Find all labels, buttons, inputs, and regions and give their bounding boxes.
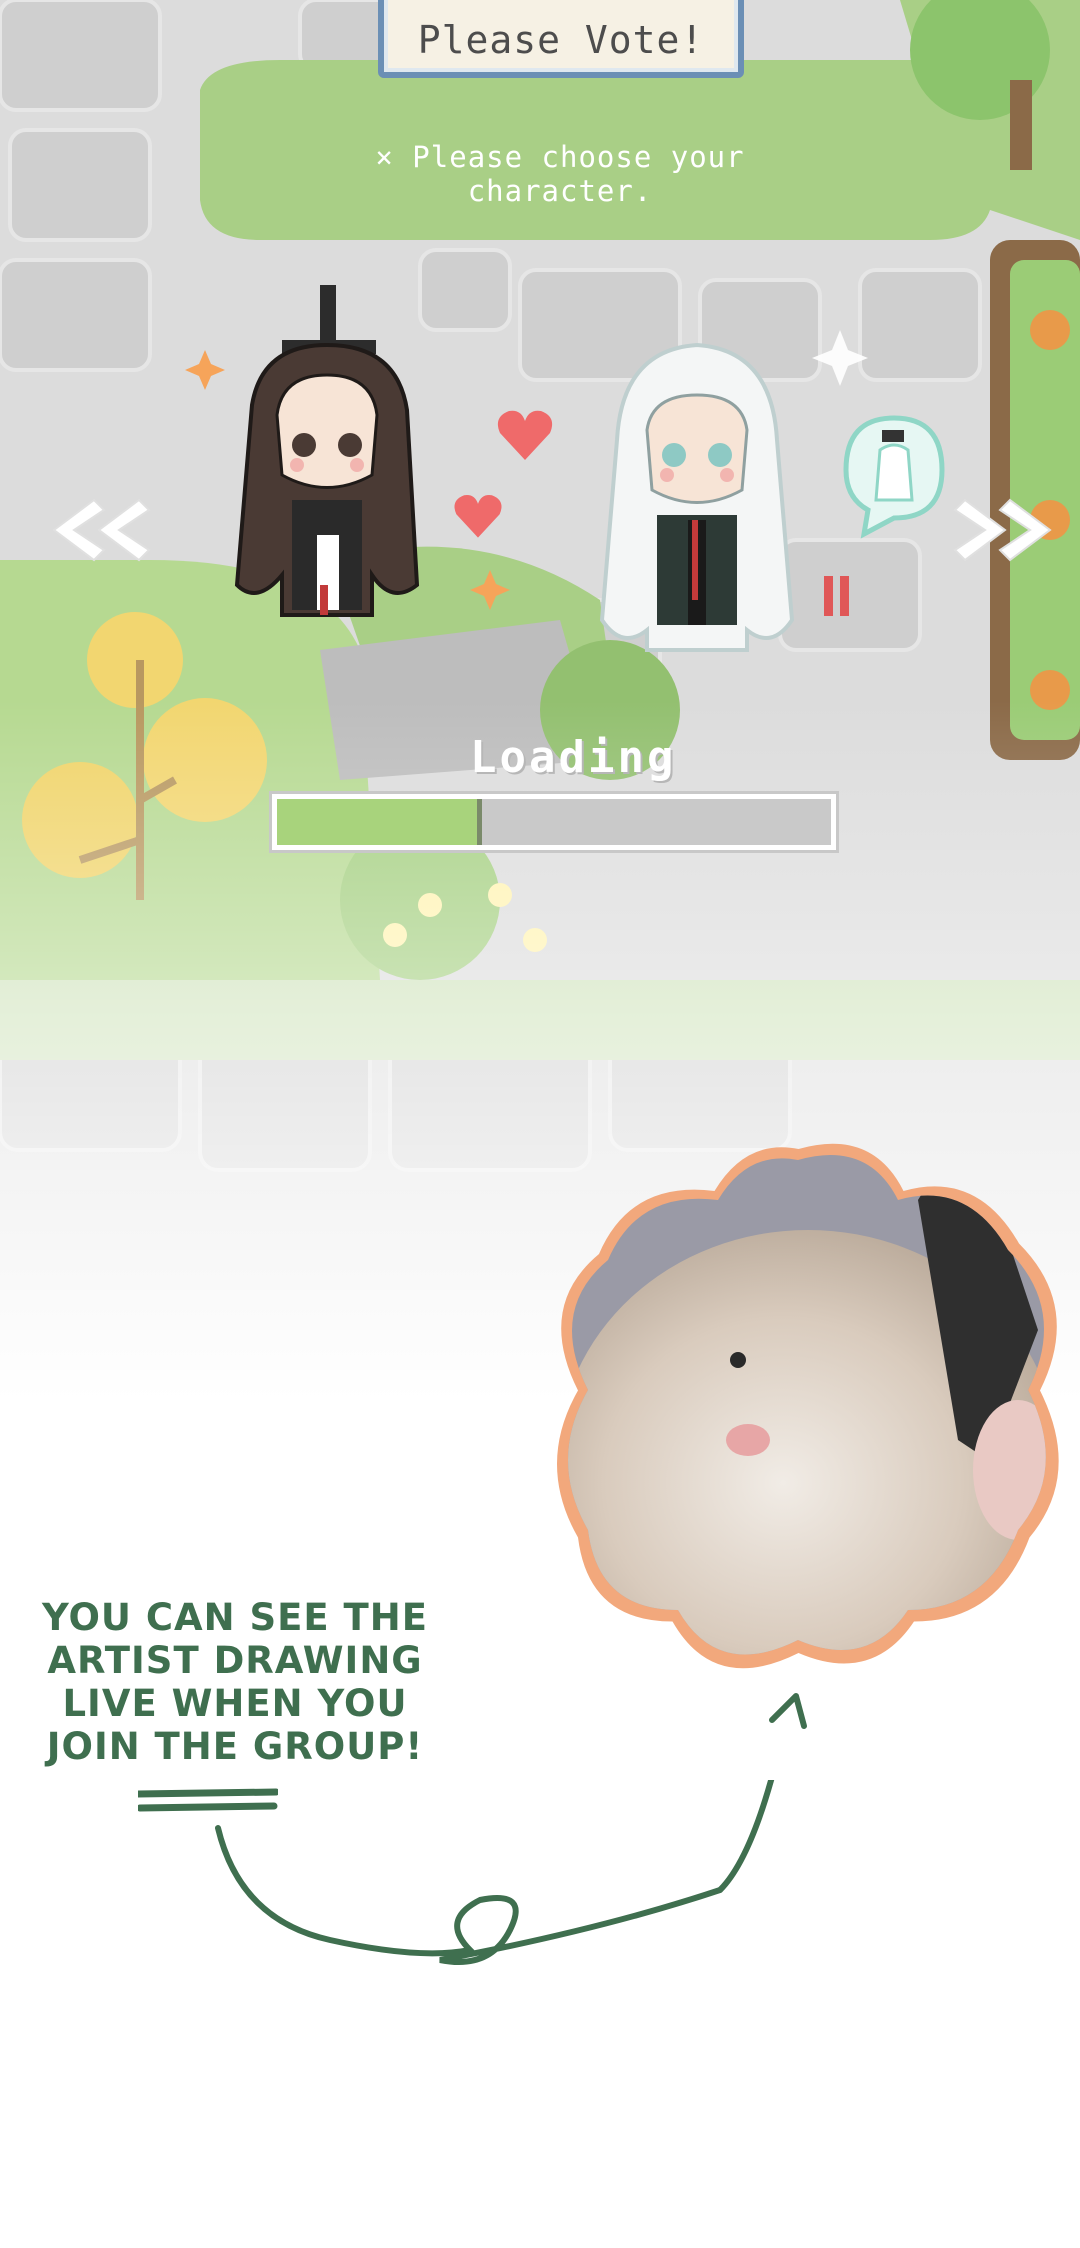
hamster-photo-frame (557, 1143, 1059, 1669)
vote-button[interactable]: Please Vote! (378, 0, 744, 78)
vote-button-label: Please Vote! (417, 18, 705, 62)
caption-line: ARTIST DRAWING (47, 1639, 423, 1682)
loading-progress-bar (269, 791, 839, 853)
progress-fill (277, 799, 482, 845)
heart-icon (497, 410, 553, 460)
caption-text: YOU CAN SEE THE ARTIST DRAWING LIVE WHEN… (40, 1596, 430, 1768)
choose-character-prompt: × Please choose your character. (375, 140, 745, 208)
curved-arrow-decoration (215, 1780, 775, 1965)
caption-line: YOU CAN SEE THE (41, 1596, 429, 1639)
caption-line: LIVE WHEN YOU (62, 1682, 408, 1725)
progress-remaining (481, 799, 831, 845)
double-chevron-right-icon[interactable] (950, 490, 1070, 570)
speech-bubble-icon (843, 415, 945, 539)
dark-haired-character-sprite[interactable] (222, 285, 432, 645)
pause-icon (824, 576, 849, 616)
white-haired-character-sprite[interactable] (592, 330, 802, 690)
caption-line: JOIN THE GROUP! (46, 1725, 424, 1768)
arrow-head-icon (769, 1693, 807, 1729)
double-chevron-left-icon[interactable] (44, 490, 164, 570)
heart-icon (454, 494, 502, 538)
game-scene: Please Vote! × Please choose your charac… (0, 0, 1080, 2248)
